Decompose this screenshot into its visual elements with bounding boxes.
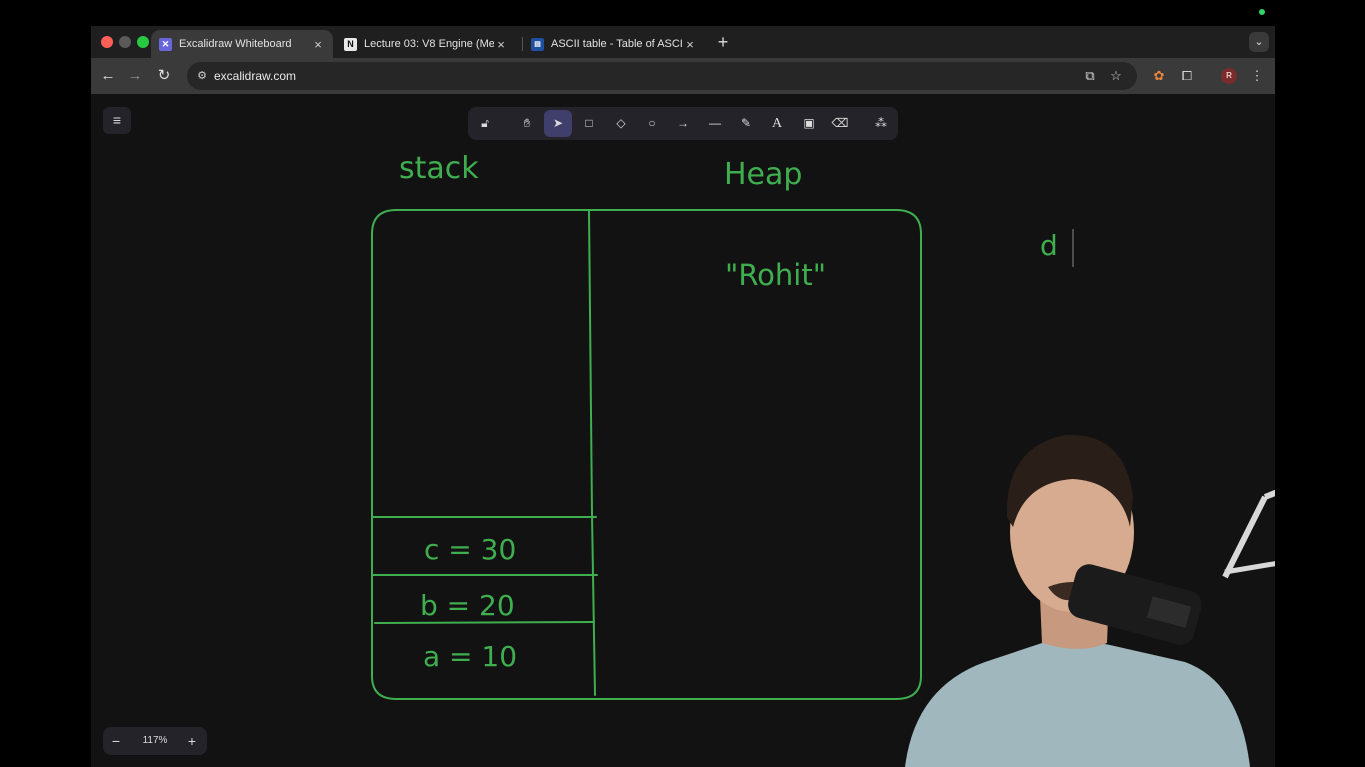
forward-button[interactable]: → [125,66,145,86]
tab-lecture-notion[interactable]: N Lecture 03: V8 Engine (Memo × [336,30,516,58]
tab-search-button[interactable]: ⌄ [1249,32,1269,52]
heap-string-value: "Rohit" [725,258,826,292]
close-icon[interactable]: × [494,37,508,52]
tab-strip: ✕ Excalidraw Whiteboard × N Lecture 03: … [91,26,1275,58]
tab-title: Excalidraw Whiteboard [179,38,292,50]
stack-entry-c: c = 30 [424,533,516,566]
close-icon[interactable]: × [311,37,325,52]
more-menu-icon[interactable]: ⋮ [1249,68,1265,84]
recording-indicator [1259,9,1265,15]
presenter-webcam-icon [905,434,1275,767]
url-text: excalidraw.com [214,69,297,83]
site-settings-icon[interactable]: ⚙︎ [195,69,209,83]
install-app-icon[interactable]: ⧉ [1082,68,1098,84]
ascii-table-icon: ▤ [531,37,544,51]
maximize-window-button[interactable] [137,36,149,48]
new-tab-button[interactable]: + [713,32,733,52]
address-bar[interactable]: ⚙︎ excalidraw.com ⧉ ☆ [187,62,1137,90]
notion-icon: N [344,37,357,51]
stack-entry-b: b = 20 [420,589,515,622]
zoom-in-button[interactable]: + [179,727,205,755]
stack-label: stack [399,151,479,186]
heap-label: Heap [724,157,802,192]
tab-title: Lecture 03: V8 Engine (Memo [364,38,494,50]
bookmark-star-icon[interactable]: ☆ [1108,68,1124,84]
tab-ascii-table[interactable]: ▤ ASCII table - Table of ASCII c × [523,30,705,58]
profile-avatar[interactable]: R [1221,68,1237,84]
excalidraw-icon: ✕ [159,37,172,51]
reload-button[interactable]: ↻ [154,66,174,86]
zoom-level[interactable]: 117% [133,727,177,755]
minimize-window-button[interactable] [119,36,131,48]
memory-box [371,209,922,700]
browser-toolbar: ← → ↻ ⚙︎ excalidraw.com ⧉ ☆ ✿ ⧠ R ⋮ [91,58,1275,94]
close-window-button[interactable] [101,36,113,48]
zoom-out-button[interactable]: − [103,727,129,755]
stack-slot-line [374,621,595,624]
stack-entry-a: a = 10 [423,640,517,673]
excalidraw-canvas[interactable]: ≡ 🔓︎ ✋︎ ➤ □ ◇ ○ → — ✎ A ▣ ⌫ ⁂ stack Heap… [91,94,1275,767]
extension-icon[interactable]: ✿ [1151,68,1167,84]
tab-title: ASCII table - Table of ASCII c [551,38,683,50]
close-icon[interactable]: × [683,37,697,52]
zoom-control: − 117% + [103,727,207,755]
tab-excalidraw[interactable]: ✕ Excalidraw Whiteboard × [151,30,333,58]
puzzle-extensions-icon[interactable]: ⧠ [1179,68,1195,84]
back-button[interactable]: ← [98,66,118,86]
browser-window: ✕ Excalidraw Whiteboard × N Lecture 03: … [91,26,1275,767]
pending-text-d: d [1040,229,1058,262]
